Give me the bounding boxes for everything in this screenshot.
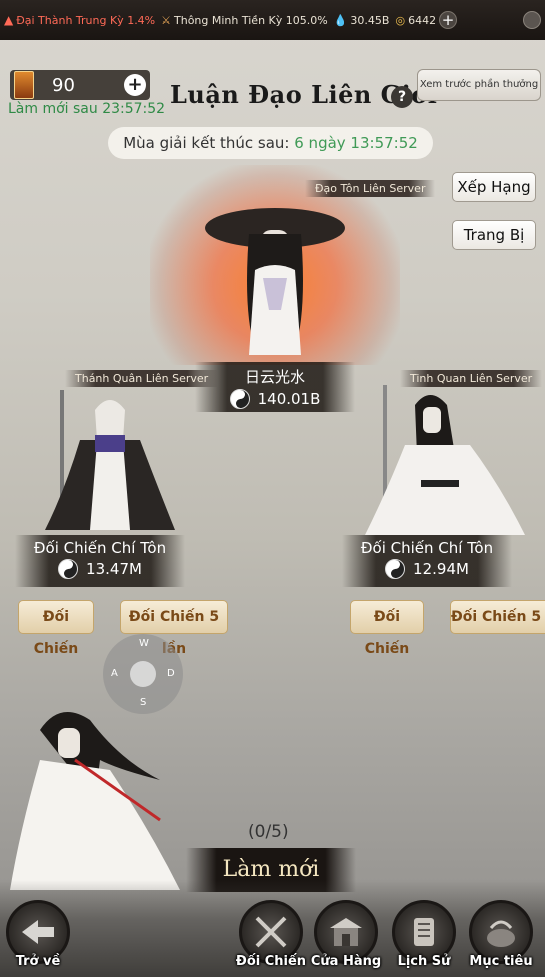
realm-stat: ▲ Đại Thành Trung Kỳ 1.4% xyxy=(4,13,155,27)
shop-label: Cửa Hàng xyxy=(310,954,382,969)
yin-yang-icon xyxy=(58,559,79,579)
opponent-2-name: Đối Chiến Chí Tôn xyxy=(360,539,494,557)
intellect-text: Thông Minh Tiền Kỳ 105.0% xyxy=(174,13,328,27)
season-timer: Mùa giải kết thúc sau: 6 ngày 13:57:52 xyxy=(108,127,433,159)
opponent-2-info: Đối Chiến Chí Tôn 12.94M xyxy=(342,535,512,587)
spirit-stone-stat: 💧 30.45B xyxy=(334,14,390,27)
coin-icon: ◎ xyxy=(395,13,406,27)
refresh-count: (0/5) xyxy=(248,822,289,842)
opponent-1-fight-button[interactable]: Đối Chiến xyxy=(18,600,94,657)
opponent-figure-1[interactable] xyxy=(25,380,195,530)
champion-power: 140.01B xyxy=(257,390,321,408)
stamina-value: 90 xyxy=(52,74,75,96)
opponent-2-power: 12.94M xyxy=(413,560,469,578)
opponent-2-fight-button[interactable]: Đối Chiến xyxy=(350,600,424,657)
opponent-2-server-tag: Tinh Quan Liên Server xyxy=(400,370,543,387)
ranking-button[interactable]: Xếp Hạng xyxy=(452,172,536,202)
realm-text: Đại Thành Trung Kỳ 1.4% xyxy=(16,13,156,27)
stamina-box: 90 + xyxy=(10,70,150,100)
key-up-label: W xyxy=(139,638,149,649)
nav-shop[interactable]: Cửa Hàng xyxy=(310,900,382,969)
back-label: Trở về xyxy=(15,954,61,969)
opponent-2-fight-5-button[interactable]: Đối Chiến 5 lần xyxy=(450,600,545,634)
top-status-bar: ▲ Đại Thành Trung Kỳ 1.4% ⚔ Thông Minh T… xyxy=(0,0,545,40)
opponent-1-server-tag: Thánh Quân Liên Server xyxy=(65,370,219,387)
nav-history[interactable]: Lịch Sử xyxy=(388,900,460,969)
champion-info: 日云光水 140.01B xyxy=(195,362,355,412)
sword-icon: ⚔ xyxy=(161,13,172,27)
joystick-knob[interactable] xyxy=(130,661,156,687)
intellect-stat: ⚔ Thông Minh Tiền Kỳ 105.0% xyxy=(161,14,328,27)
opponent-figure-2[interactable] xyxy=(355,385,535,535)
champion-name: 日云光水 xyxy=(244,368,305,386)
help-button[interactable]: ? xyxy=(391,86,413,108)
opponent-1-name: Đối Chiến Chí Tôn xyxy=(33,539,167,557)
goals-label: Mục tiêu xyxy=(469,954,533,969)
spirit-drop-icon: 💧 xyxy=(333,13,348,27)
champion-server-tag: Đạo Tôn Liên Server xyxy=(305,180,436,197)
challenge-card-icon xyxy=(14,71,34,99)
opponent-1-power: 13.47M xyxy=(86,560,142,578)
key-left-label: A xyxy=(111,668,118,679)
history-label: Lịch Sử xyxy=(397,954,451,969)
season-time: 6 ngày 13:57:52 xyxy=(294,134,418,152)
coin-stat: ◎ 6442 + xyxy=(395,11,458,29)
champion-figure[interactable] xyxy=(185,190,365,360)
coin-text: 6442 xyxy=(408,13,437,27)
clock-icon[interactable] xyxy=(523,11,541,29)
battle-label: Đối Chiến xyxy=(235,954,307,969)
nav-goals[interactable]: Mục tiêu xyxy=(465,900,537,969)
add-stamina-button[interactable]: + xyxy=(124,74,146,96)
key-right-label: D xyxy=(167,668,175,679)
yin-yang-icon xyxy=(229,389,250,409)
realm-icon: ▲ xyxy=(4,13,14,27)
nav-battle[interactable]: Đối Chiến xyxy=(235,900,307,969)
equipment-button[interactable]: Trang Bị xyxy=(452,220,536,250)
yin-yang-icon xyxy=(385,559,406,579)
opponent-1-info: Đối Chiến Chí Tôn 13.47M xyxy=(15,535,185,587)
opponent-1-fight-5-button[interactable]: Đối Chiến 5 lần xyxy=(120,600,228,657)
player-character-figure xyxy=(10,712,180,890)
add-coin-button[interactable]: + xyxy=(439,11,458,29)
preview-rewards-button[interactable]: Xem trước phần thưởng xyxy=(417,69,541,101)
spirit-stone-text: 30.45B xyxy=(350,13,390,27)
back-button[interactable]: Trở về xyxy=(2,900,74,969)
stamina-refresh-timer: Làm mới sau 23:57:52 xyxy=(8,101,166,117)
season-label: Mùa giải kết thúc sau: xyxy=(123,134,290,152)
